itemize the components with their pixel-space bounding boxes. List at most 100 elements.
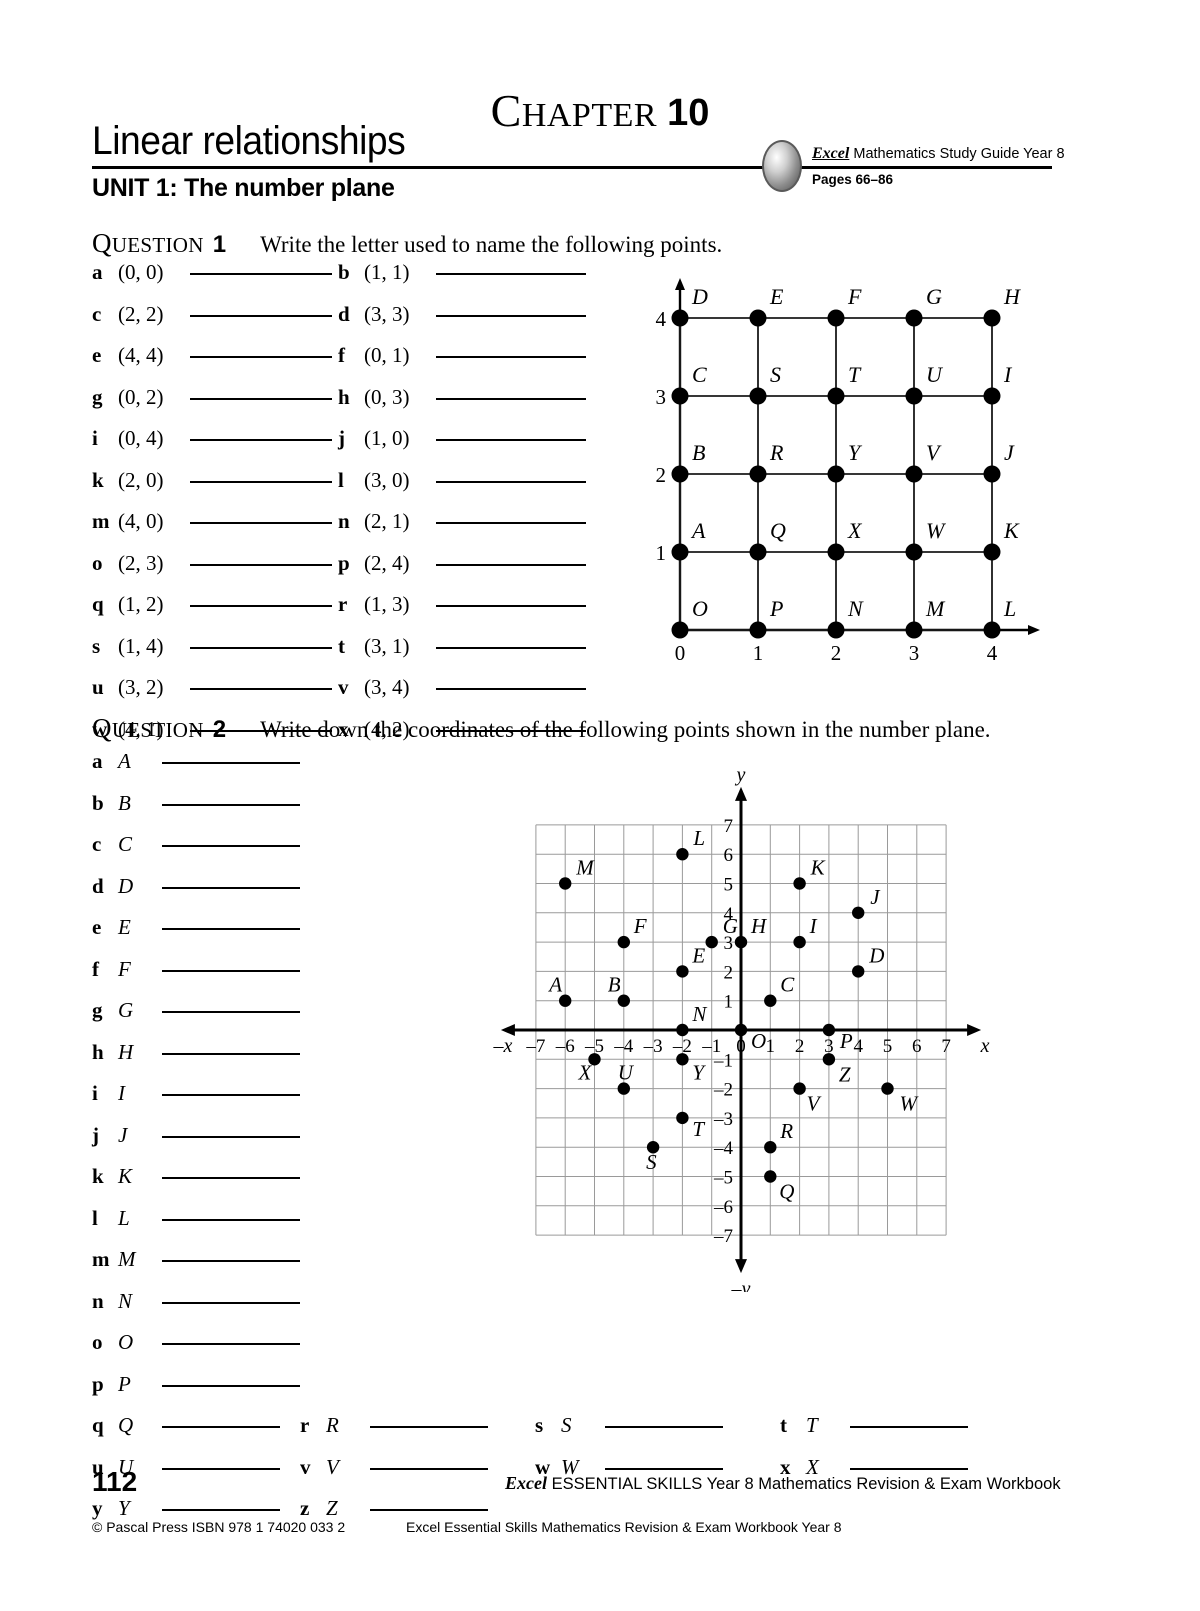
answer-blank[interactable] <box>190 397 332 400</box>
answer-blank[interactable] <box>190 688 332 690</box>
plotted-point <box>827 387 845 405</box>
answer-blank[interactable] <box>162 1301 300 1304</box>
item-letter: i <box>92 426 98 450</box>
answer-blank[interactable] <box>850 1467 968 1470</box>
answer-blank[interactable] <box>605 1426 723 1428</box>
answer-blank[interactable] <box>436 397 586 400</box>
answer-blank[interactable] <box>605 1467 723 1470</box>
answer-blank[interactable] <box>436 688 586 690</box>
plotted-point <box>734 935 748 949</box>
answer-blank[interactable] <box>190 356 332 358</box>
answer-blank[interactable] <box>190 563 332 566</box>
x-tick-label: 0 <box>736 1036 746 1057</box>
answer-blank[interactable] <box>162 1094 300 1096</box>
question-1-header: QUESTION 1 Write the letter used to name t… <box>92 228 722 259</box>
point-label: N <box>847 596 864 621</box>
plotted-point <box>671 387 689 405</box>
answer-blank[interactable] <box>162 1135 300 1138</box>
answer-blank[interactable] <box>190 480 332 483</box>
answer-blank[interactable] <box>436 314 586 317</box>
x-tick-label: –3 <box>643 1036 663 1057</box>
plotted-point <box>671 621 689 639</box>
answer-blank[interactable] <box>162 1218 300 1221</box>
unit-heading: UNIT 1: The number plane <box>92 174 395 202</box>
item-letter: a <box>92 749 103 773</box>
y-tick-label: 7 <box>724 816 734 837</box>
point-label: Y <box>692 1060 706 1084</box>
answer-blank[interactable] <box>370 1467 488 1470</box>
answer-blank[interactable] <box>190 314 332 317</box>
plotted-point <box>793 1082 806 1095</box>
answer-blank[interactable] <box>436 563 586 566</box>
question-1-number: 1 <box>212 231 227 258</box>
point-label: P <box>839 1029 853 1053</box>
item-point-label: B <box>118 790 131 815</box>
point-label: D <box>868 943 884 967</box>
answer-blank[interactable] <box>162 1052 300 1055</box>
item-letter: r <box>338 592 348 616</box>
footer-center: Excel ESSENTIAL SKILLS Year 8 Mathematic… <box>505 1473 1061 1494</box>
question-1-item: h (0, 3) <box>338 385 586 410</box>
answer-blank[interactable] <box>190 522 332 524</box>
answer-blank[interactable] <box>436 480 586 483</box>
question-2-item: cC <box>92 832 300 857</box>
answer-blank[interactable] <box>162 969 300 972</box>
question-1-item: t (3, 1) <box>338 634 586 659</box>
answer-blank[interactable] <box>162 1426 280 1428</box>
point-label: I <box>809 914 818 938</box>
question-2-text: Write down the coordinates of the follow… <box>260 717 991 742</box>
plotted-point <box>671 309 689 327</box>
answer-blank[interactable] <box>436 439 586 441</box>
answer-blank[interactable] <box>162 1343 300 1345</box>
plotted-point <box>764 1170 777 1183</box>
answer-blank[interactable] <box>162 1509 280 1511</box>
answer-blank[interactable] <box>162 1177 300 1179</box>
answer-blank[interactable] <box>436 356 586 358</box>
answer-blank[interactable] <box>162 1260 300 1262</box>
answer-blank[interactable] <box>162 1467 280 1470</box>
answer-blank[interactable] <box>190 273 332 275</box>
item-letter: q <box>92 1413 104 1437</box>
answer-blank[interactable] <box>190 439 332 441</box>
point-label: O <box>692 596 708 621</box>
item-letter: d <box>338 301 350 326</box>
answer-blank[interactable] <box>162 1384 300 1387</box>
answer-blank[interactable] <box>162 928 300 930</box>
answer-blank[interactable] <box>162 762 300 764</box>
item-letter: p <box>92 1371 104 1396</box>
item-letter: c <box>92 301 102 326</box>
answer-blank[interactable] <box>436 273 586 275</box>
answer-blank[interactable] <box>436 605 586 607</box>
plotted-point <box>749 543 767 561</box>
question-1-item: l (3, 0) <box>338 468 586 493</box>
point-label: M <box>575 856 595 880</box>
answer-blank[interactable] <box>162 886 300 889</box>
answer-blank[interactable] <box>436 522 586 524</box>
point-label: A <box>547 973 562 997</box>
item-letter: g <box>92 384 103 409</box>
point-label: J <box>1004 440 1015 465</box>
item-letter: b <box>338 260 350 284</box>
y-tick-label: 4 <box>656 307 667 331</box>
point-label: Z <box>839 1062 851 1086</box>
answer-blank[interactable] <box>162 845 300 847</box>
answer-blank[interactable] <box>162 803 300 806</box>
chapter-word: CHAPTER <box>491 85 657 136</box>
plotted-point <box>793 935 806 949</box>
plotted-point <box>983 465 1001 483</box>
answer-blank[interactable] <box>850 1426 968 1428</box>
answer-blank[interactable] <box>190 646 332 649</box>
x-tick-label: 1 <box>753 641 764 665</box>
item-point-label: M <box>118 1247 136 1271</box>
question-1-item: v (3, 4) <box>338 675 586 700</box>
header-rule-left <box>92 166 792 169</box>
answer-blank[interactable] <box>370 1426 488 1428</box>
answer-blank[interactable] <box>370 1509 488 1511</box>
answer-blank[interactable] <box>162 1011 300 1013</box>
question-2-item: gG <box>92 998 300 1023</box>
question-1-item: f (0, 1) <box>338 343 586 368</box>
answer-blank[interactable] <box>190 605 332 607</box>
question-1-item: p (2, 4) <box>338 551 586 576</box>
question-2-item: vV <box>300 1455 488 1480</box>
answer-blank[interactable] <box>436 646 586 649</box>
